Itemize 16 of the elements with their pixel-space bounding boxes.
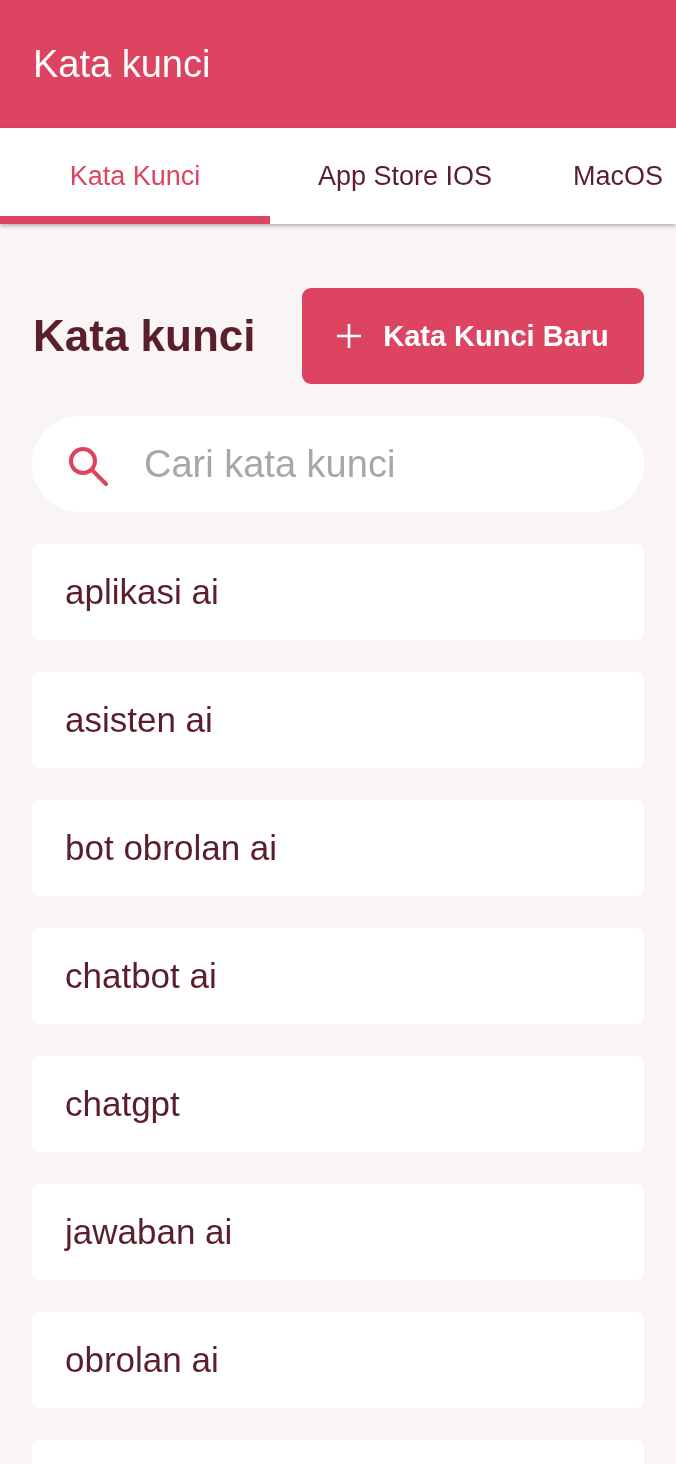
app-bar-title: Kata kunci: [33, 45, 211, 83]
keyword-item[interactable]: jawaban ai: [32, 1184, 644, 1280]
keyword-item[interactable]: chatgpt: [32, 1056, 644, 1152]
keyword-item[interactable]: bot obrolan ai: [32, 800, 644, 896]
tab[interactable]: Kata Kunci: [0, 128, 270, 224]
keyword-item[interactable]: chatbot ai: [32, 928, 644, 1024]
tab[interactable]: MacOS: [540, 128, 676, 224]
keyword-item[interactable]: asisten ai: [32, 672, 644, 768]
keyword-item[interactable]: aplikasi ai: [32, 544, 644, 640]
search-field[interactable]: Cari kata kunci: [32, 416, 644, 512]
section-title: Kata kunci: [33, 314, 256, 358]
search-icon: [68, 446, 108, 486]
keyword-item[interactable]: obrolan ai: [32, 1312, 644, 1408]
plus-icon: [337, 324, 362, 348]
new-keyword-button[interactable]: Kata Kunci Baru: [302, 288, 644, 384]
tab[interactable]: App Store IOS: [270, 128, 540, 224]
